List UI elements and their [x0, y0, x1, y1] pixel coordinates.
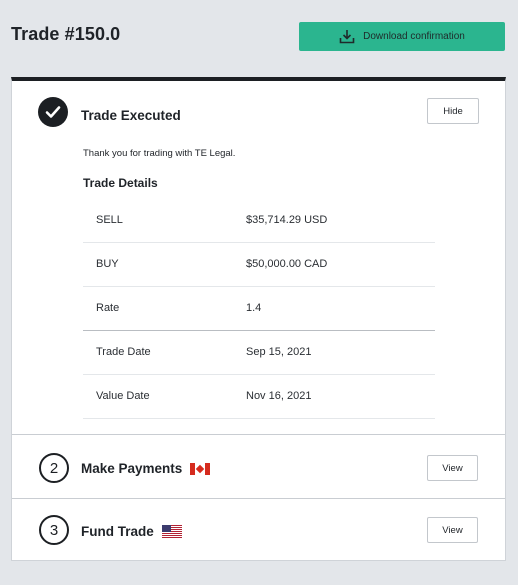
trade-executed-section: Trade Executed Hide Thank you for tradin… — [12, 81, 505, 435]
trade-details-table: SELL $35,714.29 USD BUY $50,000.00 CAD R… — [83, 199, 435, 419]
detail-row-sell: SELL $35,714.29 USD — [83, 199, 435, 243]
trade-card: Trade Executed Hide Thank you for tradin… — [11, 77, 506, 561]
trade-details-heading: Trade Details — [83, 176, 158, 190]
view-payments-button[interactable]: View — [427, 455, 478, 481]
detail-row-trade-date: Trade Date Sep 15, 2021 — [83, 331, 435, 375]
detail-row-value-date: Value Date Nov 16, 2021 — [83, 375, 435, 419]
detail-label: BUY — [96, 258, 119, 270]
fund-trade-section: 3 Fund Trade View — [12, 499, 505, 561]
detail-label: SELL — [96, 214, 123, 226]
detail-row-buy: BUY $50,000.00 CAD — [83, 243, 435, 287]
page-title: Trade #150.0 — [11, 24, 121, 44]
usa-flag-icon — [161, 525, 182, 538]
detail-label: Value Date — [96, 390, 150, 402]
detail-value: $35,714.29 USD — [246, 214, 328, 226]
canada-flag-icon — [190, 462, 211, 475]
step-number-3: 3 — [39, 515, 69, 545]
detail-value: Nov 16, 2021 — [246, 390, 312, 402]
section-title-fund: Fund Trade — [81, 524, 182, 539]
detail-label: Rate — [96, 302, 120, 314]
download-icon — [339, 29, 355, 44]
detail-value: 1.4 — [246, 302, 262, 314]
download-confirmation-button[interactable]: Download confirmation — [299, 22, 505, 51]
detail-label: Trade Date — [96, 346, 151, 358]
detail-value: $50,000.00 CAD — [246, 258, 328, 270]
view-fund-button[interactable]: View — [427, 517, 478, 543]
make-payments-section: 2 Make Payments View — [12, 435, 505, 499]
section-title-payments: Make Payments — [81, 461, 211, 476]
detail-row-rate: Rate 1.4 — [83, 287, 435, 331]
hide-button[interactable]: Hide — [427, 98, 479, 124]
thank-you-message: Thank you for trading with TE Legal. — [83, 148, 236, 159]
step-number-2: 2 — [39, 453, 69, 483]
download-label: Download confirmation — [363, 31, 465, 42]
checkmark-icon — [38, 97, 68, 127]
section-title-executed: Trade Executed — [81, 108, 181, 123]
detail-value: Sep 15, 2021 — [246, 346, 312, 358]
